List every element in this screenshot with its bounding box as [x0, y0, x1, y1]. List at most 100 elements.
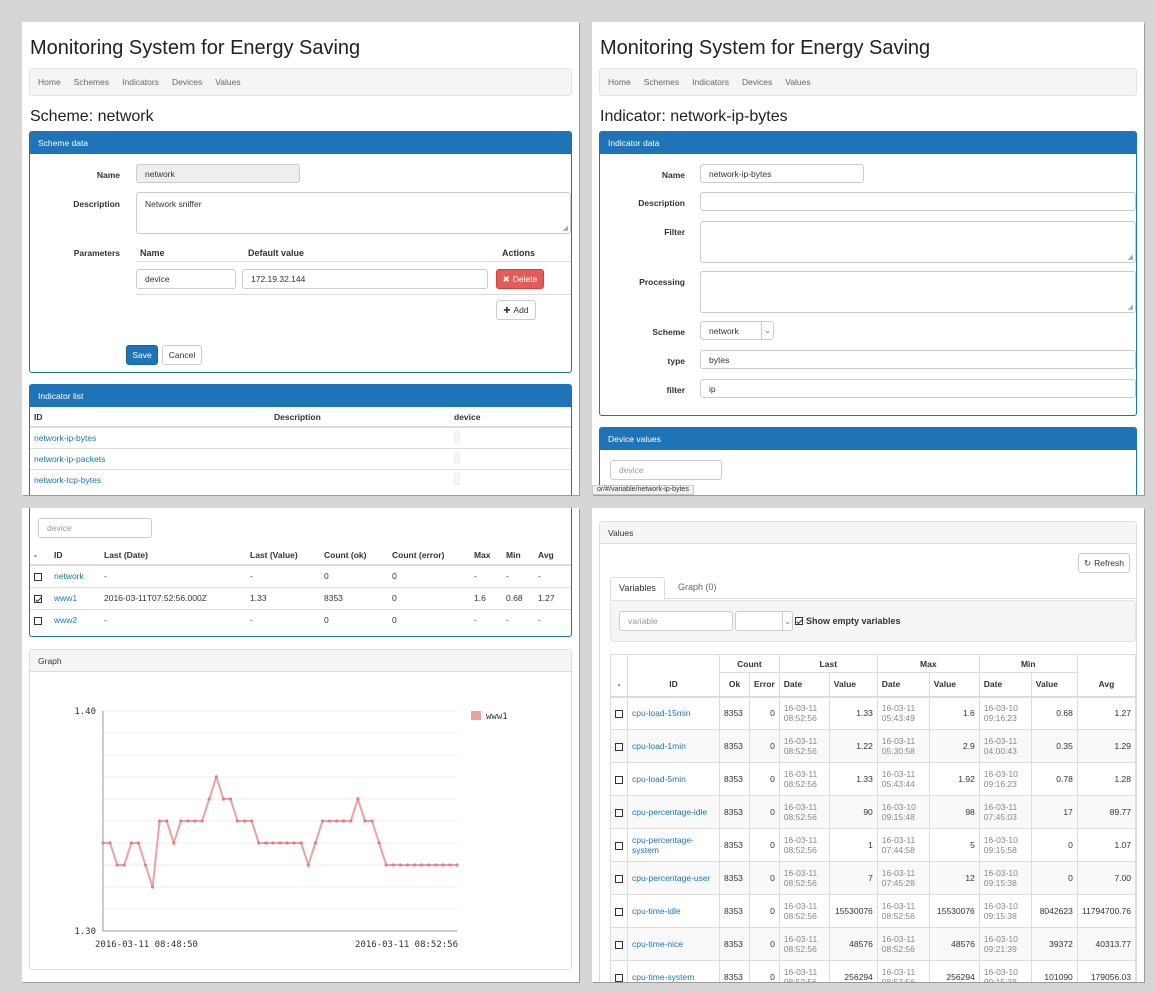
- row-checkbox[interactable]: [615, 775, 623, 784]
- time-part: 05:43:49: [881, 713, 915, 724]
- row-checkbox[interactable]: [615, 710, 623, 718]
- chevron-down-icon[interactable]: ⌄: [782, 612, 792, 630]
- indicator-link[interactable]: network-tcp-bytes: [34, 475, 101, 485]
- table-row: network-ip-bytes: [30, 427, 571, 448]
- name-input[interactable]: network-ip-bytes: [700, 164, 864, 183]
- data-point: [250, 819, 254, 823]
- delete-button[interactable]: ✖ Delete: [496, 269, 544, 289]
- nav-home[interactable]: Home: [608, 77, 631, 87]
- cell-min-value: 0.78: [1030, 762, 1078, 796]
- row-checkbox[interactable]: [615, 907, 623, 916]
- row-checkbox[interactable]: [615, 742, 623, 751]
- id-cell: cpu-time-nice: [627, 927, 720, 961]
- refresh-icon: ↻: [1084, 557, 1092, 568]
- date-part: 16-03-10: [983, 835, 1018, 845]
- indicator-link[interactable]: network-ip-bytes: [34, 433, 96, 443]
- data-point: [214, 775, 218, 779]
- date-part: 16-03-11: [881, 736, 916, 746]
- nav-values[interactable]: Values: [215, 77, 240, 87]
- cell-err: 0: [392, 571, 397, 582]
- param-default-input[interactable]: 172.19.32.144: [242, 269, 488, 289]
- device-link[interactable]: www1: [54, 593, 77, 603]
- variable-link[interactable]: cpu-load-1min: [632, 741, 686, 751]
- date-part: 16-03-11: [783, 703, 818, 714]
- row-checkbox[interactable]: [34, 617, 42, 625]
- group-max: Max: [876, 654, 980, 673]
- time-part: 09:15:58: [983, 845, 1017, 855]
- tab-variables[interactable]: Variables: [610, 577, 665, 600]
- device-link[interactable]: www2: [54, 615, 77, 625]
- time-part: 08:52:56: [783, 746, 817, 756]
- row-checkbox[interactable]: [615, 874, 623, 883]
- data-point: [405, 863, 410, 867]
- device-filter-input[interactable]: device: [38, 518, 152, 538]
- variable-filter-input[interactable]: variable: [619, 611, 733, 631]
- cell-date: -: [104, 615, 107, 626]
- resize-handle-icon[interactable]: ◢: [1128, 303, 1133, 311]
- cell-ok: 8353: [719, 861, 750, 895]
- cell-min-date: 16-03-11 07:45:03: [978, 795, 1032, 829]
- cell-min-date: 16-03-10 09:15:38: [978, 960, 1032, 982]
- variable-link[interactable]: cpu-time-idle: [632, 906, 681, 916]
- variable-select[interactable]: ⌄: [735, 611, 793, 631]
- row-checkbox[interactable]: [615, 973, 623, 982]
- nav-indicators[interactable]: Indicators: [692, 77, 729, 87]
- group-header-row: Count Last Max Min: [610, 654, 1137, 673]
- variable-link[interactable]: cpu-load-5min: [632, 774, 686, 784]
- nav-schemes[interactable]: Schemes: [644, 77, 679, 87]
- device-link[interactable]: network: [54, 571, 84, 581]
- row-checkbox[interactable]: [34, 573, 42, 581]
- show-empty-checkbox[interactable]: [795, 617, 803, 625]
- resize-handle-icon[interactable]: ◢: [1128, 253, 1133, 261]
- variable-link[interactable]: cpu-time-system: [632, 972, 694, 982]
- add-button[interactable]: ✚ Add: [496, 300, 536, 320]
- scheme-label: Scheme: [652, 327, 685, 337]
- variable-link[interactable]: cpu-percentage-user: [632, 873, 710, 883]
- description-textarea[interactable]: Network sniffer ◢: [136, 192, 571, 234]
- nav-values[interactable]: Values: [785, 77, 810, 87]
- date-part: 16-03-10: [881, 802, 916, 812]
- row-checkbox[interactable]: [34, 594, 42, 603]
- chevron-down-icon[interactable]: ⌄: [761, 322, 773, 339]
- save-button[interactable]: Save: [126, 345, 158, 365]
- variable-link[interactable]: cpu-time-nice: [632, 939, 683, 949]
- name-label: Name: [96, 170, 120, 180]
- param-name-input[interactable]: device: [136, 269, 236, 289]
- nav-home[interactable]: Home: [38, 77, 61, 87]
- cell-min: -: [506, 571, 509, 582]
- delete-label: Delete: [512, 274, 538, 284]
- group-spacer: [610, 654, 628, 673]
- nav-devices[interactable]: Devices: [742, 77, 772, 87]
- nav-devices[interactable]: Devices: [172, 77, 202, 87]
- resize-handle-icon[interactable]: ◢: [563, 224, 568, 232]
- description-input[interactable]: [700, 192, 1136, 211]
- data-point: [427, 863, 431, 867]
- refresh-button[interactable]: ↻ Refresh: [1078, 553, 1130, 573]
- cell-min-date: 16-03-10 09:21:39: [978, 927, 1032, 961]
- tab-graph[interactable]: Graph (0): [670, 577, 725, 599]
- time-part: 08:52:56: [783, 878, 817, 888]
- variable-link[interactable]: cpu-percentage-system: [632, 835, 694, 855]
- nav-indicators[interactable]: Indicators: [122, 77, 159, 87]
- variable-link[interactable]: cpu-load-15min: [632, 708, 691, 718]
- name-input[interactable]: network: [136, 164, 300, 183]
- device-filter-input[interactable]: device: [610, 460, 722, 480]
- filter-textarea[interactable]: ◢: [700, 221, 1136, 263]
- processing-textarea[interactable]: ◢: [700, 271, 1136, 313]
- time-part: 08:52:56: [881, 944, 915, 954]
- row-checkbox[interactable]: [615, 808, 623, 817]
- row-checkbox[interactable]: [615, 940, 623, 949]
- cell-max: -: [474, 571, 477, 582]
- navbar: Home Schemes Indicators Devices Values: [29, 68, 572, 96]
- cancel-button[interactable]: Cancel: [162, 345, 202, 365]
- filter2-input[interactable]: ip: [700, 379, 1136, 398]
- cell-last-value: 1: [828, 828, 878, 862]
- type-input[interactable]: bytes: [700, 350, 1136, 369]
- col-id: ID: [627, 672, 720, 697]
- nav-schemes[interactable]: Schemes: [74, 77, 109, 87]
- device-table: - ID Last (Date) Last (Value) Count (ok)…: [30, 545, 571, 631]
- variable-link[interactable]: cpu-percentage-idle: [632, 807, 707, 817]
- row-checkbox[interactable]: [615, 841, 623, 850]
- indicator-link[interactable]: network-ip-packets: [34, 454, 105, 464]
- scheme-select[interactable]: network ⌄: [700, 321, 774, 340]
